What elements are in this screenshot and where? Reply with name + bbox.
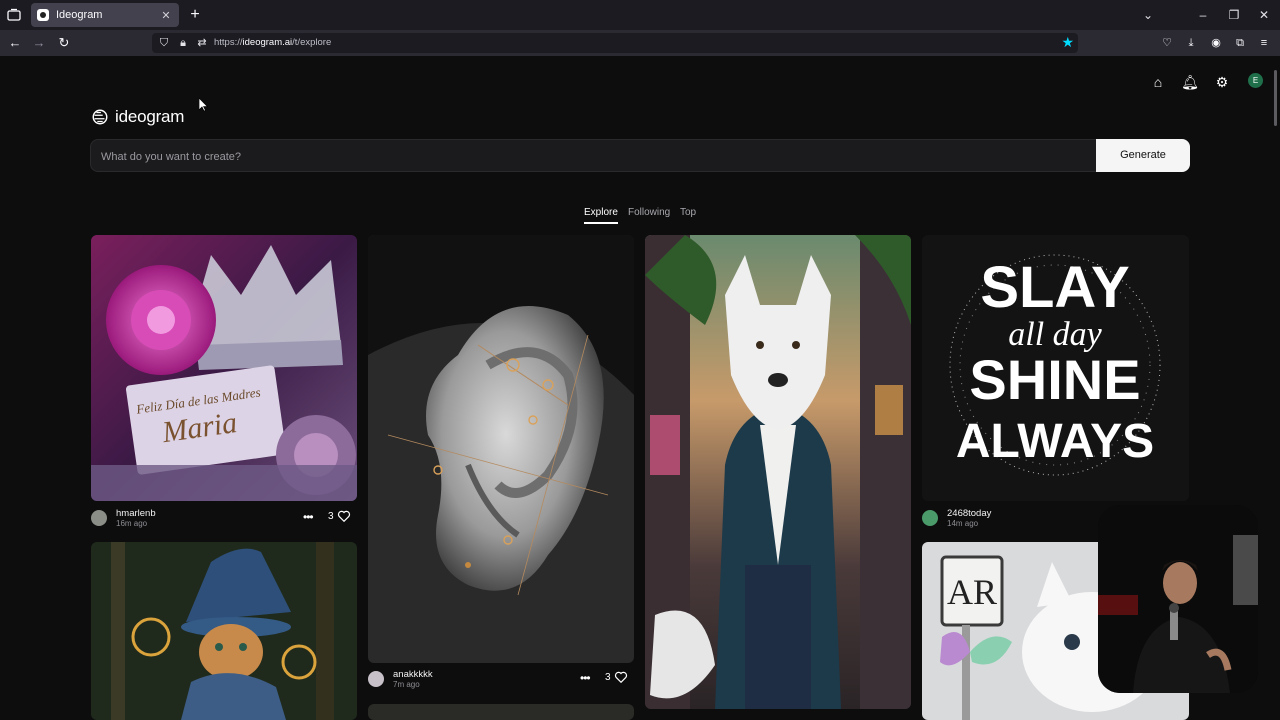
avatar[interactable] [91,510,107,526]
browser-nav-bar: ← → ↻ ⛉ 🔒︎ ⇄ https://ideogram.ai/t/explo… [0,30,1280,56]
post-username[interactable]: hmarlenb [116,508,156,519]
generate-button[interactable]: Generate [1096,139,1190,172]
card-image-text: ALWAYS [956,415,1154,468]
browser-tab[interactable]: Ideogram ✕ [31,3,179,27]
scrollbar[interactable] [1274,70,1277,126]
home-icon[interactable]: ⌂ [1148,72,1168,92]
like-count: 3 [605,672,611,683]
post-username[interactable]: 2468today [947,508,991,519]
browser-tab-bar: Ideogram ✕ + ⌄ – ❐ ✕ [0,0,1280,30]
page: ⌂ 🔔︎ ⚙ E ideogram Generate Explore Follo… [0,56,1280,720]
new-tab-button[interactable]: + [186,5,204,25]
minimize-window-icon[interactable]: – [1194,6,1212,24]
address-bar[interactable]: ⛉ 🔒︎ ⇄ https://ideogram.ai/t/explore ★ [152,33,1078,53]
like-count: 3 [328,511,334,522]
extensions-icon[interactable]: ⧉ [1231,34,1249,52]
logo[interactable]: ideogram [91,106,184,128]
pocket-icon[interactable]: ♡ [1158,34,1176,52]
heart-icon[interactable] [337,509,351,523]
list-all-tabs-chevron-icon[interactable]: ⌄ [1139,6,1157,24]
prompt-input[interactable] [101,148,1081,165]
shield-icon[interactable]: ⛉ [156,35,172,51]
post-image[interactable] [368,235,634,663]
post-time: 16m ago [116,519,148,528]
prompt-bar: Generate [90,139,1190,172]
brand-name: ideogram [115,107,185,126]
card-image-text: SLAY [980,255,1129,320]
restore-window-icon[interactable]: ❐ [1225,6,1243,24]
forward-arrow-icon[interactable]: → [30,34,48,52]
tab-following[interactable]: Following [628,207,670,218]
tab-explore[interactable]: Explore [584,207,618,224]
browser-tab-title: Ideogram [56,9,103,21]
post-meta: anakkkkk 7m ago ••• 3 [368,669,634,691]
post-image[interactable]: Feliz Día de las Madres Maria [91,235,357,501]
back-arrow-icon[interactable]: ← [6,34,24,52]
card-image-text: AR [947,572,997,612]
post-time: 14m ago [947,519,979,528]
ideogram-logo-icon [92,109,108,125]
downloads-icon[interactable]: ⤓ [1182,34,1200,52]
post-meta: hmarlenb 16m ago ••• 3 [91,508,357,530]
gear-icon[interactable]: ⚙ [1212,72,1232,92]
post-image[interactable] [645,235,911,709]
url-text[interactable]: https://ideogram.ai/t/explore [214,37,331,48]
close-tab-icon[interactable]: ✕ [159,9,173,22]
presenter-video-icon [1098,505,1258,693]
heart-icon[interactable] [614,670,628,684]
tab-list-icon[interactable] [6,7,22,23]
permissions-icon[interactable]: ⇄ [194,35,210,51]
post-time: 7m ago [393,680,420,689]
lock-icon[interactable]: 🔒︎ [175,35,191,51]
feed-tabs: Explore Following Top [0,207,1280,227]
post-image[interactable] [91,542,357,720]
mouse-pointer-icon [199,98,209,112]
more-options-icon[interactable]: ••• [580,671,591,685]
bookmark-star-icon[interactable]: ★ [1061,34,1074,51]
bell-icon[interactable]: 🔔︎ [1180,72,1200,92]
account-icon[interactable]: ◉ [1207,34,1225,52]
avatar[interactable]: E [1248,73,1263,88]
menu-icon[interactable]: ≡ [1255,34,1273,52]
ideogram-favicon-icon [37,9,49,21]
avatar[interactable] [368,671,384,687]
card-image-text: SHINE [969,348,1140,411]
post-username[interactable]: anakkkkk [393,669,433,680]
avatar[interactable] [922,510,938,526]
post-image[interactable]: SLAY all day SHINE ALWAYS [922,235,1189,501]
reload-icon[interactable]: ↻ [55,34,73,52]
more-options-icon[interactable]: ••• [303,510,314,524]
close-window-icon[interactable]: ✕ [1255,6,1273,24]
post-image[interactable] [368,704,634,720]
tab-top[interactable]: Top [680,207,696,218]
webcam-overlay [1098,505,1258,693]
